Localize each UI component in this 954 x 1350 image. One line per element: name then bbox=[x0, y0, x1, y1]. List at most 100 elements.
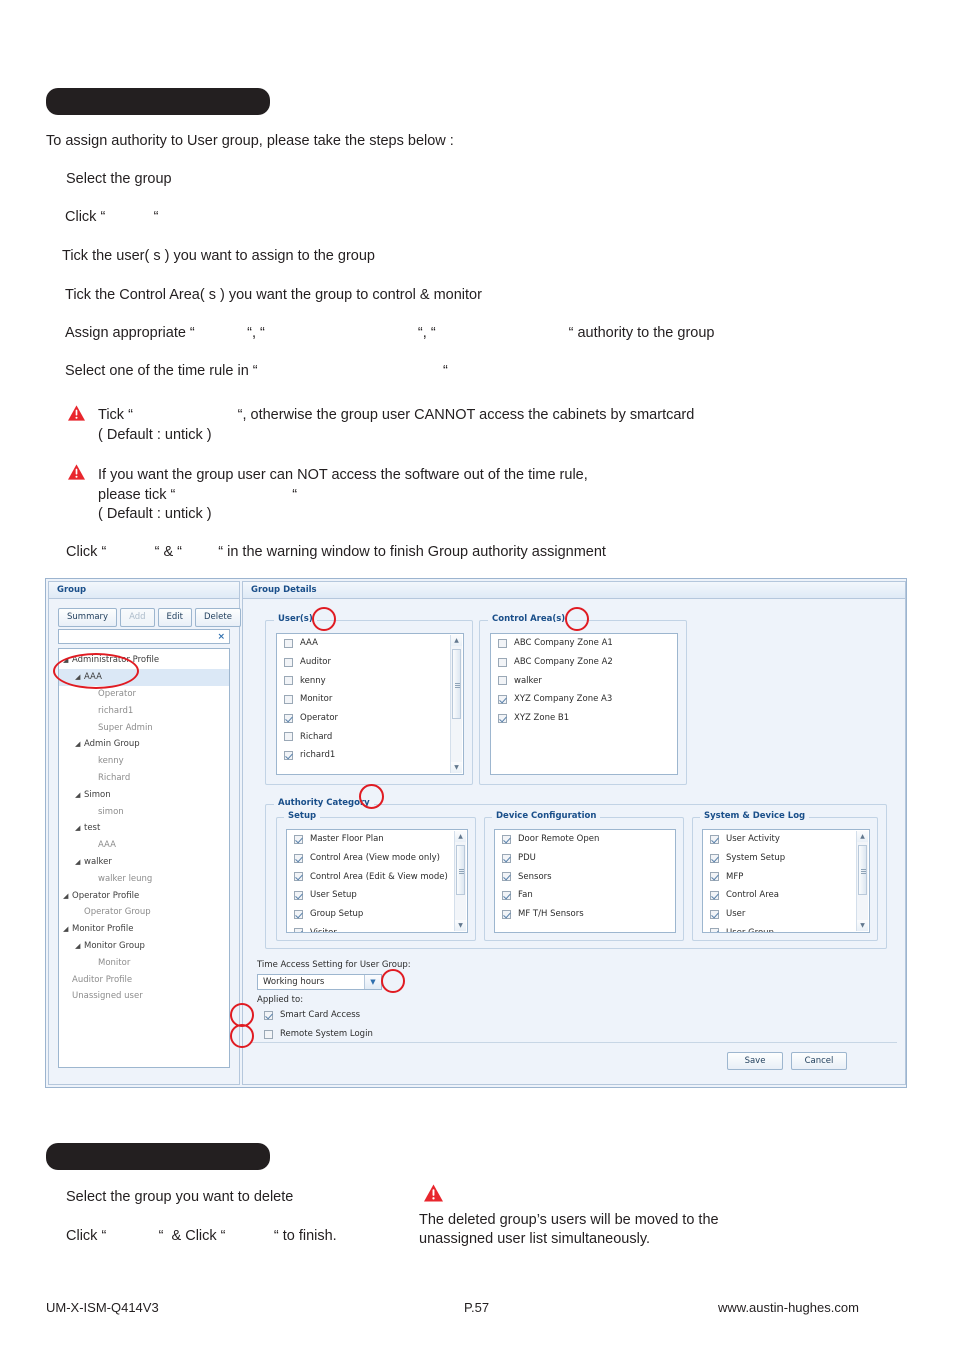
checkbox-row[interactable]: Visitor bbox=[287, 923, 467, 932]
checkbox-unchecked-icon[interactable] bbox=[284, 694, 293, 704]
tree-item[interactable]: ◢ Monitor Group bbox=[59, 938, 229, 955]
checkbox-row[interactable]: richard1 bbox=[277, 746, 463, 765]
checkbox-checked-icon[interactable] bbox=[710, 834, 719, 844]
expand-arrow-icon[interactable]: ◢ bbox=[75, 791, 84, 799]
tree-item[interactable]: ◢ Simon bbox=[59, 786, 229, 803]
checkbox-row[interactable]: Fan bbox=[495, 886, 675, 905]
summary-button[interactable]: Summary bbox=[58, 608, 118, 627]
checkbox-row[interactable]: XYZ Zone B1 bbox=[491, 709, 677, 728]
checkbox-checked-icon[interactable] bbox=[710, 853, 719, 863]
checkbox-row[interactable]: ABC Company Zone A2 bbox=[491, 653, 677, 672]
setup-scrollbar[interactable]: ▲ ▼ bbox=[454, 831, 466, 931]
clear-search-icon[interactable]: × bbox=[217, 632, 229, 642]
checkbox-row[interactable]: Control Area (Edit & View mode) bbox=[287, 867, 467, 886]
checkbox-unchecked-icon[interactable] bbox=[284, 657, 293, 667]
checkbox-unchecked-icon[interactable] bbox=[264, 1029, 273, 1039]
checkbox-checked-icon[interactable] bbox=[294, 872, 303, 882]
checkbox-checked-icon[interactable] bbox=[498, 713, 507, 723]
tree-item[interactable]: ◢kenny bbox=[59, 753, 229, 770]
tree-item[interactable]: ◢walker leung bbox=[59, 870, 229, 887]
checkbox-row[interactable]: Remote System Login bbox=[257, 1025, 373, 1044]
expand-arrow-icon[interactable]: ◢ bbox=[75, 858, 84, 866]
expand-arrow-icon[interactable]: ◢ bbox=[63, 892, 72, 900]
scroll-down-icon[interactable]: ▼ bbox=[455, 920, 466, 931]
control-areas-listbox[interactable]: ABC Company Zone A1 ABC Company Zone A2 wa… bbox=[490, 633, 678, 775]
edit-button[interactable]: Edit bbox=[157, 608, 193, 627]
tree-item[interactable]: ◢ Admin Group bbox=[59, 736, 229, 753]
scroll-up-icon[interactable]: ▲ bbox=[857, 831, 868, 842]
checkbox-row[interactable]: Control Area bbox=[703, 886, 869, 905]
users-scrollbar[interactable]: ▲ ▼ bbox=[450, 635, 462, 773]
checkbox-checked-icon[interactable] bbox=[502, 853, 511, 863]
chevron-down-icon[interactable]: ▼ bbox=[364, 975, 381, 989]
tree-item[interactable]: ◢AAA bbox=[59, 837, 229, 854]
checkbox-checked-icon[interactable] bbox=[502, 834, 511, 844]
checkbox-row[interactable]: Auditor bbox=[277, 653, 463, 672]
checkbox-checked-icon[interactable] bbox=[294, 909, 303, 919]
checkbox-checked-icon[interactable] bbox=[502, 872, 511, 882]
checkbox-row[interactable]: User Setup bbox=[287, 886, 467, 905]
checkbox-row[interactable]: XYZ Company Zone A3 bbox=[491, 690, 677, 709]
setup-listbox[interactable]: Master Floor Plan Control Area (View mode… bbox=[286, 829, 468, 933]
expand-arrow-icon[interactable]: ◢ bbox=[63, 925, 72, 933]
checkbox-checked-icon[interactable] bbox=[710, 928, 719, 932]
tree-item[interactable]: ◢Super Admin bbox=[59, 719, 229, 736]
checkbox-row[interactable]: System Setup bbox=[703, 849, 869, 868]
scroll-down-icon[interactable]: ▼ bbox=[451, 762, 462, 773]
checkbox-checked-icon[interactable] bbox=[294, 928, 303, 932]
checkbox-row[interactable]: User Activity bbox=[703, 830, 869, 849]
save-button[interactable]: Save bbox=[727, 1052, 783, 1070]
add-button[interactable]: Add bbox=[120, 608, 155, 627]
checkbox-checked-icon[interactable] bbox=[498, 694, 507, 704]
checkbox-checked-icon[interactable] bbox=[294, 853, 303, 863]
checkbox-checked-icon[interactable] bbox=[264, 1010, 273, 1020]
scroll-up-icon[interactable]: ▲ bbox=[451, 635, 462, 646]
setup-scroll-thumb[interactable] bbox=[456, 845, 465, 895]
tree-item[interactable]: ◢richard1 bbox=[59, 702, 229, 719]
group-search-input[interactable]: × bbox=[58, 629, 230, 644]
checkbox-row[interactable]: User bbox=[703, 905, 869, 924]
syslog-scroll-thumb[interactable] bbox=[858, 845, 867, 895]
checkbox-row[interactable]: Operator bbox=[277, 709, 463, 728]
scroll-down-icon[interactable]: ▼ bbox=[857, 920, 868, 931]
checkbox-unchecked-icon[interactable] bbox=[498, 638, 507, 648]
system-device-log-listbox[interactable]: User Activity System Setup MFP Control Area… bbox=[702, 829, 870, 933]
checkbox-row[interactable]: AAA bbox=[277, 634, 463, 653]
checkbox-checked-icon[interactable] bbox=[502, 890, 511, 900]
tree-item[interactable]: ◢simon bbox=[59, 803, 229, 820]
checkbox-checked-icon[interactable] bbox=[502, 909, 511, 919]
tree-item[interactable]: ◢Unassigned user bbox=[59, 988, 229, 1005]
checkbox-row[interactable]: kenny bbox=[277, 671, 463, 690]
tree-item[interactable]: ◢ test bbox=[59, 820, 229, 837]
checkbox-unchecked-icon[interactable] bbox=[498, 676, 507, 686]
tree-item[interactable]: ◢ Operator Profile bbox=[59, 887, 229, 904]
checkbox-row[interactable]: Master Floor Plan bbox=[287, 830, 467, 849]
time-access-select[interactable]: Working hours ▼ bbox=[257, 974, 382, 990]
checkbox-row[interactable]: Group Setup bbox=[287, 905, 467, 924]
users-scroll-thumb[interactable] bbox=[452, 649, 461, 719]
checkbox-unchecked-icon[interactable] bbox=[284, 638, 293, 648]
tree-item[interactable]: ◢ walker bbox=[59, 854, 229, 871]
expand-arrow-icon[interactable]: ◢ bbox=[75, 942, 84, 950]
delete-button[interactable]: Delete bbox=[195, 608, 241, 627]
cancel-button[interactable]: Cancel bbox=[791, 1052, 847, 1070]
checkbox-checked-icon[interactable] bbox=[294, 834, 303, 844]
checkbox-checked-icon[interactable] bbox=[710, 872, 719, 882]
checkbox-row[interactable]: Richard bbox=[277, 727, 463, 746]
scroll-up-icon[interactable]: ▲ bbox=[455, 831, 466, 842]
tree-item[interactable]: ◢ Monitor Profile bbox=[59, 921, 229, 938]
checkbox-checked-icon[interactable] bbox=[710, 890, 719, 900]
checkbox-row[interactable]: Sensors bbox=[495, 867, 675, 886]
checkbox-row[interactable]: Door Remote Open bbox=[495, 830, 675, 849]
tree-item[interactable]: ◢Operator Group bbox=[59, 904, 229, 921]
tree-item[interactable]: ◢Monitor bbox=[59, 954, 229, 971]
tree-item[interactable]: ◢Auditor Profile bbox=[59, 971, 229, 988]
checkbox-unchecked-icon[interactable] bbox=[284, 732, 293, 742]
checkbox-checked-icon[interactable] bbox=[284, 750, 293, 760]
checkbox-row[interactable]: MF T/H Sensors bbox=[495, 905, 675, 924]
checkbox-row[interactable]: Monitor bbox=[277, 690, 463, 709]
expand-arrow-icon[interactable]: ◢ bbox=[75, 740, 84, 748]
checkbox-checked-icon[interactable] bbox=[284, 713, 293, 723]
checkbox-row[interactable]: Control Area (View mode only) bbox=[287, 849, 467, 868]
checkbox-row[interactable]: walker bbox=[491, 671, 677, 690]
